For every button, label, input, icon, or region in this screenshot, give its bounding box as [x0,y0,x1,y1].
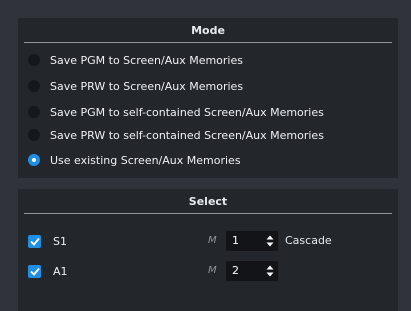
radio-save-pgm-screen-aux[interactable]: Save PGM to Screen/Aux Memories [28,51,243,69]
number-value: 1 [232,234,239,247]
radio-label: Save PRW to Screen/Aux Memories [50,79,244,93]
checkbox-label: A1 [53,264,68,278]
radio-save-prw-screen-aux[interactable]: Save PRW to Screen/Aux Memories [28,77,243,95]
checkbox[interactable] [28,264,41,278]
radio-label: Use existing Screen/Aux Memories [50,153,241,167]
checkmark-icon [29,267,40,276]
radio-button[interactable] [28,80,40,92]
select-row-s1[interactable]: S1 [28,233,67,249]
number-input-s1[interactable]: 1 [226,231,278,251]
select-row-a1[interactable]: A1 [28,263,68,279]
radio-button-selected[interactable] [28,154,40,166]
radio-button[interactable] [28,106,40,118]
radio-label: Save PRW to self-contained Screen/Aux Me… [50,128,324,142]
checkbox[interactable] [28,234,41,248]
m-label: M [208,235,217,246]
radio-button[interactable] [28,129,40,141]
radio-save-pgm-self-contained[interactable]: Save PGM to self-contained Screen/Aux Me… [28,103,324,121]
select-panel: Select S1 M 1 Cascade A1 M 2 [18,189,398,311]
checkmark-icon [29,237,40,246]
radio-save-prw-self-contained[interactable]: Save PRW to self-contained Screen/Aux Me… [28,126,324,144]
radio-label: Save PGM to Screen/Aux Memories [50,53,243,67]
radio-label: Save PGM to self-contained Screen/Aux Me… [50,105,324,119]
radio-button[interactable] [28,54,40,66]
mode-header: Mode [24,18,392,43]
radio-use-existing[interactable]: Use existing Screen/Aux Memories [28,151,241,169]
spinner-arrows-icon[interactable] [266,234,274,248]
cascade-label: Cascade [285,234,332,247]
m-label: M [208,265,217,276]
number-value: 2 [232,264,239,277]
select-header: Select [24,189,392,214]
mode-panel: Mode Save PGM to Screen/Aux Memories Sav… [18,18,398,178]
spinner-arrows-icon[interactable] [266,264,274,278]
number-input-a1[interactable]: 2 [226,261,278,281]
checkbox-label: S1 [53,234,67,248]
